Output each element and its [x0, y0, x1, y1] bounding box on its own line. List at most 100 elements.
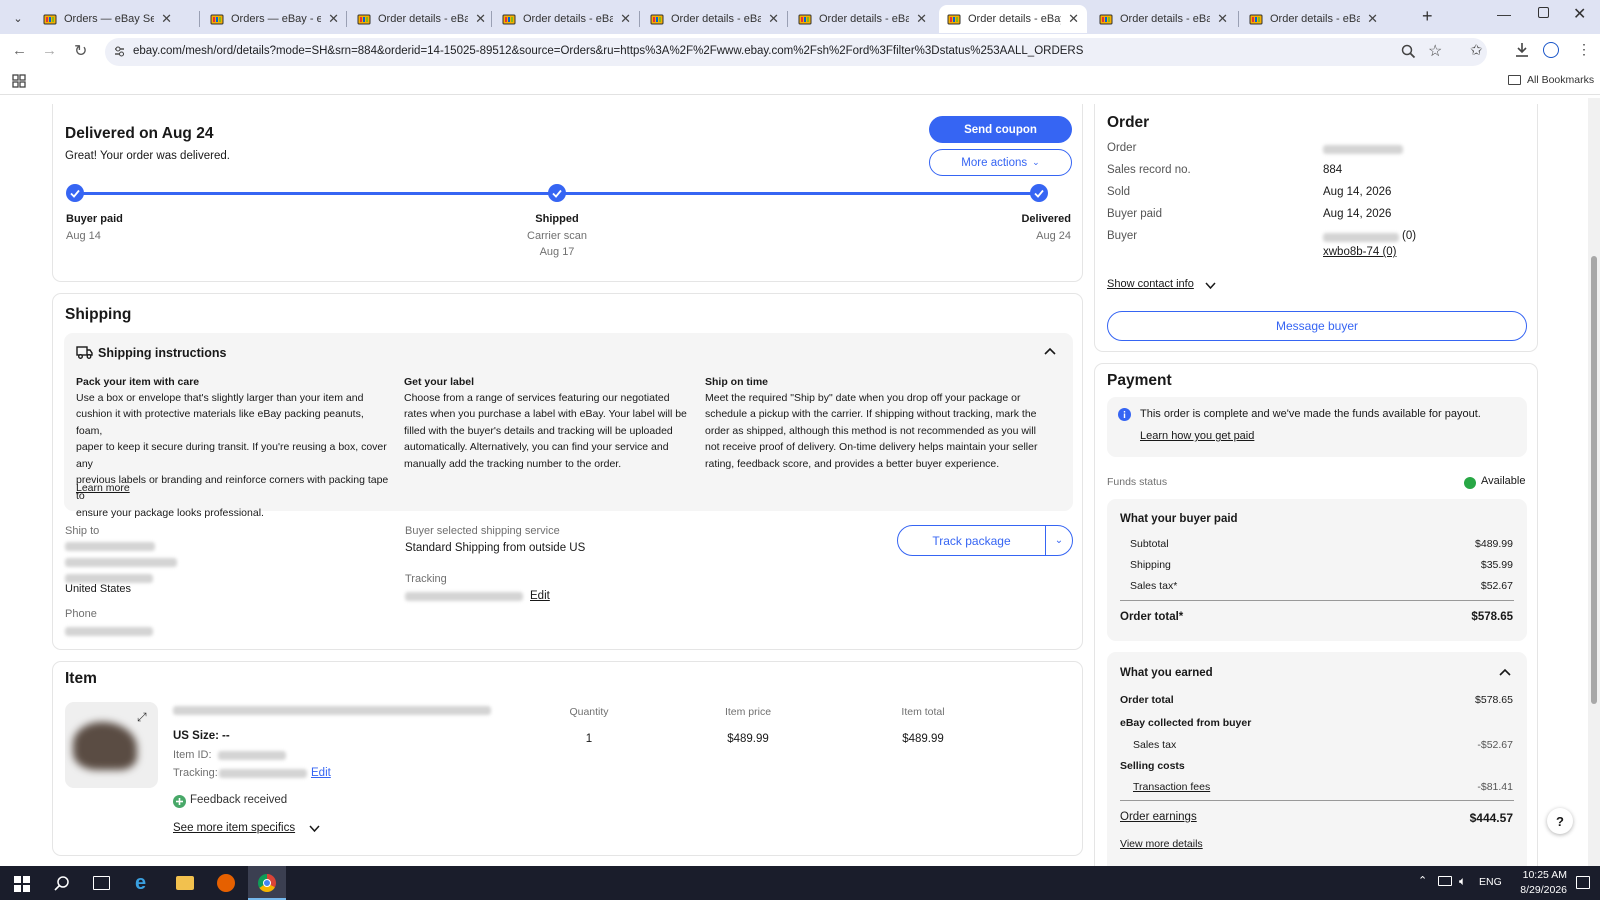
help-icon[interactable]: ?: [1547, 808, 1573, 834]
apps-grid-icon[interactable]: [12, 74, 26, 88]
step-label: Buyer paid: [66, 213, 123, 225]
profile-icon[interactable]: [1543, 42, 1559, 58]
transaction-fees-link[interactable]: Transaction fees: [1133, 781, 1210, 793]
earned-order-total-value: $578.65: [1475, 694, 1513, 706]
tray-chevron-icon[interactable]: ⌃: [1418, 874, 1427, 887]
tab-close-icon[interactable]: ✕: [916, 11, 927, 27]
buyer-paid-value: Aug 14, 2026: [1323, 208, 1392, 220]
language-indicator[interactable]: ENG: [1479, 876, 1502, 888]
browser-tab[interactable]: Order details - eBay Se ✕: [1091, 5, 1236, 33]
downloads-icon[interactable]: [1514, 42, 1530, 58]
track-package-button[interactable]: Track package: [897, 525, 1046, 556]
tab-close-icon[interactable]: ✕: [1217, 11, 1228, 27]
notifications-icon[interactable]: [1576, 876, 1590, 889]
order-earnings-link[interactable]: Order earnings: [1120, 811, 1197, 823]
browser-tab[interactable]: Order details - eBay Se ✕: [642, 5, 787, 33]
instruction-line: automatically. Alternatively, you can fi…: [404, 441, 669, 454]
firefox-icon[interactable]: [217, 874, 235, 892]
all-bookmarks-link[interactable]: All Bookmarks: [1527, 74, 1594, 86]
instruction-column: Ship on time Meet the required "Ship by"…: [705, 374, 1045, 472]
tab-title: Orders — eBay Seller Hub: [64, 13, 155, 25]
message-buyer-button[interactable]: Message buyer: [1107, 311, 1527, 341]
instruction-line: Meet the required "Ship by" date when yo…: [705, 392, 1021, 404]
order-total-label: Order total*: [1120, 611, 1184, 623]
windows-start-icon[interactable]: [14, 876, 30, 892]
redacted-item-id: [218, 751, 286, 760]
tab-close-icon[interactable]: ✕: [475, 11, 486, 27]
view-more-details-link[interactable]: View more details: [1120, 838, 1203, 850]
clock-date[interactable]: 8/29/2026: [1507, 884, 1567, 896]
item-image[interactable]: ⤢: [65, 702, 158, 788]
minimize-icon[interactable]: —: [1497, 6, 1511, 22]
chrome-taskbar-button[interactable]: [248, 866, 286, 900]
tab-separator: [199, 11, 200, 27]
tab-close-icon[interactable]: ✕: [1068, 11, 1079, 27]
send-coupon-button[interactable]: Send coupon: [929, 116, 1072, 143]
buyer-id-link[interactable]: xwbo8b-74 (0): [1323, 246, 1397, 258]
item-price-value: $489.99: [727, 733, 769, 745]
scrollbar-thumb[interactable]: [1591, 256, 1597, 704]
buyer-feedback-count: (0): [1402, 230, 1417, 242]
tab-close-icon[interactable]: ✕: [161, 11, 172, 27]
tab-close-icon[interactable]: ✕: [1367, 11, 1378, 27]
browser-tab[interactable]: Order details - eBay Se ✕: [494, 5, 639, 33]
browser-tab[interactable]: Orders — eBay - eBay ✕: [202, 5, 347, 33]
browser-tab[interactable]: Order details - eBay Se ✕: [939, 5, 1087, 33]
item-id-label: Item ID:: [173, 749, 212, 761]
browser-tab[interactable]: Order details - eBay Se ✕: [1241, 5, 1386, 33]
restore-icon[interactable]: [1538, 7, 1549, 18]
ebay-favicon: [947, 14, 961, 25]
tab-close-icon[interactable]: ✕: [328, 11, 339, 27]
tracking-edit-link[interactable]: Edit: [530, 590, 550, 602]
expand-icon[interactable]: ⤢: [137, 710, 147, 725]
tab-search-icon[interactable]: ⌄: [8, 8, 28, 28]
show-contact-info-link[interactable]: Show contact info: [1107, 278, 1194, 290]
scrollbar[interactable]: [1588, 98, 1600, 866]
item-tracking-edit-link[interactable]: Edit: [311, 767, 331, 779]
truck-icon: [76, 345, 93, 359]
zoom-icon[interactable]: [1401, 44, 1416, 59]
item-card: Item ⤢ US Size: -- Item ID: Tracking: Ed…: [52, 661, 1083, 856]
step-check-icon: [548, 184, 566, 202]
site-info-icon[interactable]: [113, 45, 126, 58]
instruction-line: rating, feedback score, and provides a b…: [705, 457, 1000, 470]
track-package-dropdown[interactable]: ⌄: [1045, 525, 1073, 556]
volume-icon[interactable]: 🔈︎: [1459, 874, 1466, 889]
chevron-down-icon[interactable]: [1205, 282, 1216, 290]
shipping-title: Shipping: [65, 306, 132, 323]
network-icon[interactable]: [1438, 876, 1452, 886]
browser-tab[interactable]: Order details - eBay Se ✕: [349, 5, 494, 33]
feedback-received: Feedback received: [190, 794, 288, 806]
task-view-icon[interactable]: [93, 876, 110, 890]
menu-dots-icon[interactable]: ⋮: [1577, 41, 1591, 58]
tab-close-icon[interactable]: ✕: [620, 11, 631, 27]
reload-icon[interactable]: ↻: [74, 41, 87, 61]
close-window-icon[interactable]: ✕: [1573, 4, 1586, 24]
payment-card: Payment This order is complete and we've…: [1094, 363, 1538, 867]
file-explorer-icon[interactable]: [176, 876, 194, 890]
tab-close-icon[interactable]: ✕: [768, 11, 779, 27]
delivery-subtitle: Great! Your order was delivered.: [65, 150, 230, 162]
more-actions-button[interactable]: More actions ⌄: [929, 149, 1072, 176]
instruction-line: cushion it with protective materials lik…: [76, 408, 364, 437]
back-icon[interactable]: ←: [12, 42, 27, 59]
forward-icon[interactable]: →: [42, 42, 57, 59]
learn-more-link[interactable]: Learn more: [76, 482, 130, 494]
clock-time[interactable]: 10:25 AM: [1507, 869, 1567, 881]
bookmark-star-icon[interactable]: ☆: [1428, 41, 1442, 61]
item-total-value: $489.99: [902, 733, 944, 745]
collapse-chevron-icon[interactable]: [1043, 345, 1061, 363]
browser-tab[interactable]: Order details - eBay Se ✕: [790, 5, 935, 33]
chevron-down-icon: ⌄: [1054, 535, 1064, 546]
collapse-chevron-icon[interactable]: [1499, 668, 1511, 677]
search-icon[interactable]: [54, 875, 70, 891]
see-more-specifics-link[interactable]: See more item specifics: [173, 822, 295, 834]
browser-tab[interactable]: Orders — eBay Seller Hub ✕: [35, 5, 180, 33]
new-tab-icon[interactable]: +: [1422, 6, 1433, 27]
edge-icon[interactable]: e: [135, 872, 146, 895]
chevron-down-icon[interactable]: [309, 825, 320, 833]
instruction-line: schedule a pickup with the carrier. If s…: [705, 408, 1037, 421]
delivery-status-card: Delivered on Aug 24 Great! Your order wa…: [52, 104, 1083, 282]
extensions-icon[interactable]: ✩: [1470, 41, 1483, 59]
learn-how-paid-link[interactable]: Learn how you get paid: [1140, 430, 1254, 442]
